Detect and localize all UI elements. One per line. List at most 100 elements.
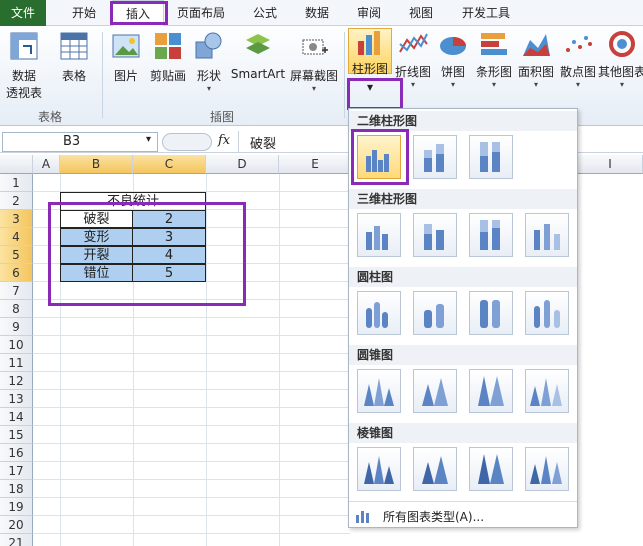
screenshot-dropdown-arrow: ▾ bbox=[311, 84, 316, 93]
pivot-table-button[interactable]: 数据 透视表 bbox=[4, 30, 44, 101]
tab-view[interactable]: 视图 bbox=[396, 0, 446, 26]
formula-bar-expander[interactable] bbox=[162, 133, 212, 151]
area-chart-button[interactable]: 面积图 ▾ bbox=[516, 30, 556, 89]
other-dropdown-arrow: ▾ bbox=[619, 80, 624, 89]
row-header[interactable]: 15 bbox=[0, 426, 33, 444]
chart-3d-clustered-column[interactable] bbox=[357, 213, 401, 257]
grid-line bbox=[33, 515, 350, 516]
column-label: 柱形图 bbox=[351, 62, 388, 76]
row-header[interactable]: 10 bbox=[0, 336, 33, 354]
column-header-e[interactable]: E bbox=[279, 155, 350, 174]
scatter-dropdown-arrow: ▾ bbox=[575, 80, 580, 89]
row-header[interactable]: 5 bbox=[0, 246, 33, 264]
row-header[interactable]: 6 bbox=[0, 264, 33, 282]
tab-data[interactable]: 数据 bbox=[292, 0, 342, 26]
chart-cylinder-3[interactable] bbox=[469, 291, 513, 335]
column-header-c[interactable]: C bbox=[133, 155, 206, 174]
section-pyramid: 棱锥图 bbox=[349, 423, 577, 443]
chart-cone-1[interactable] bbox=[357, 369, 401, 413]
fx-icon[interactable]: fx bbox=[218, 133, 230, 148]
row-header[interactable]: 11 bbox=[0, 354, 33, 372]
chart-2d-stacked-column[interactable] bbox=[413, 135, 457, 179]
chart-pyramid-2[interactable] bbox=[413, 447, 457, 491]
picture-label: 图片 bbox=[113, 69, 138, 83]
scatter-chart-button[interactable]: 散点图 ▾ bbox=[558, 30, 598, 89]
row-header[interactable]: 8 bbox=[0, 300, 33, 318]
bar-chart-button[interactable]: 条形图 ▾ bbox=[472, 30, 516, 89]
row-header[interactable]: 3 bbox=[0, 210, 33, 228]
clipart-button[interactable]: 剪贴画 bbox=[146, 30, 190, 84]
pie-chart-icon bbox=[440, 37, 466, 55]
chart-cylinder-2[interactable] bbox=[413, 291, 457, 335]
tab-review[interactable]: 审阅 bbox=[344, 0, 394, 26]
shapes-icon bbox=[195, 32, 222, 59]
row-header[interactable]: 12 bbox=[0, 372, 33, 390]
row-header[interactable]: 18 bbox=[0, 480, 33, 498]
row-header[interactable]: 21 bbox=[0, 534, 33, 546]
other-charts-button[interactable]: 其他图表 ▾ bbox=[598, 30, 643, 89]
chart-cylinder-1[interactable] bbox=[357, 291, 401, 335]
row-header[interactable]: 1 bbox=[0, 174, 33, 192]
column-header-b[interactable]: B bbox=[60, 155, 133, 174]
column-header-d[interactable]: D bbox=[206, 155, 279, 174]
row-header[interactable]: 9 bbox=[0, 318, 33, 336]
name-box[interactable]: B3 bbox=[2, 132, 158, 152]
row-header[interactable]: 16 bbox=[0, 444, 33, 462]
grid-line bbox=[33, 461, 350, 462]
chart-pyramid-1[interactable] bbox=[357, 447, 401, 491]
all-charts-icon bbox=[356, 511, 369, 523]
row-header[interactable]: 20 bbox=[0, 516, 33, 534]
other-charts-icon bbox=[609, 31, 635, 57]
pie-dropdown-arrow: ▾ bbox=[450, 80, 455, 89]
chart-cylinder-4[interactable] bbox=[525, 291, 569, 335]
chart-cone-3[interactable] bbox=[469, 369, 513, 413]
chart-3d-stacked-column[interactable] bbox=[413, 213, 457, 257]
section-cylinder: 圆柱图 bbox=[349, 267, 577, 287]
row-header[interactable]: 17 bbox=[0, 462, 33, 480]
pyramid-icon bbox=[530, 456, 562, 484]
chart-cone-4[interactable] bbox=[525, 369, 569, 413]
row-header[interactable]: 2 bbox=[0, 192, 33, 210]
picture-button[interactable]: 图片 bbox=[106, 30, 146, 84]
tab-formulas[interactable]: 公式 bbox=[240, 0, 290, 26]
row-header[interactable]: 7 bbox=[0, 282, 33, 300]
row-header[interactable]: 19 bbox=[0, 498, 33, 516]
screenshot-button[interactable]: 屏幕截图 ▾ bbox=[286, 30, 342, 93]
cylinder-icon bbox=[366, 302, 388, 328]
name-box-dropdown-icon[interactable]: ▾ bbox=[146, 134, 151, 145]
grid-line bbox=[33, 497, 350, 498]
table-button[interactable]: 表格 bbox=[54, 30, 94, 84]
chart-2d-100-stacked-column[interactable] bbox=[469, 135, 513, 179]
clustered-column-highlight bbox=[351, 129, 409, 185]
pivot-label-1: 数据 bbox=[11, 69, 36, 83]
insert-tab-highlight bbox=[110, 1, 168, 25]
chart-pyramid-4[interactable] bbox=[525, 447, 569, 491]
column-header-i[interactable]: I bbox=[578, 155, 643, 174]
chart-pyramid-3[interactable] bbox=[469, 447, 513, 491]
formula-divider bbox=[238, 131, 239, 153]
clipart-icon bbox=[155, 33, 181, 59]
chart-3d-column[interactable] bbox=[525, 213, 569, 257]
column-chart-button[interactable]: 柱形图 bbox=[348, 28, 392, 76]
pie-chart-button[interactable]: 饼图 ▾ bbox=[434, 30, 472, 89]
row-header[interactable]: 13 bbox=[0, 390, 33, 408]
tab-developer[interactable]: 开发工具 bbox=[452, 0, 520, 26]
row-header[interactable]: 4 bbox=[0, 228, 33, 246]
tab-home[interactable]: 开始 bbox=[58, 0, 110, 26]
chart-cone-2[interactable] bbox=[413, 369, 457, 413]
column-header-a[interactable]: A bbox=[33, 155, 60, 174]
row-header[interactable]: 14 bbox=[0, 408, 33, 426]
grid-line bbox=[33, 533, 350, 534]
scatter-label: 散点图 bbox=[559, 65, 596, 79]
all-chart-types-item[interactable]: 所有图表类型(A)... bbox=[355, 507, 571, 525]
3d-clustered-icon bbox=[366, 226, 388, 250]
shapes-button[interactable]: 形状 ▾ bbox=[192, 30, 226, 93]
tab-file[interactable]: 文件 bbox=[0, 0, 46, 26]
tab-page-layout[interactable]: 页面布局 bbox=[168, 0, 234, 26]
3d-percent-icon bbox=[480, 220, 500, 250]
screenshot-label: 屏幕截图 bbox=[289, 69, 338, 83]
select-all-corner[interactable] bbox=[0, 155, 33, 174]
smartart-button[interactable]: SmartArt bbox=[230, 30, 286, 81]
chart-3d-100-stacked-column[interactable] bbox=[469, 213, 513, 257]
formula-input[interactable]: 破裂 bbox=[250, 133, 276, 152]
